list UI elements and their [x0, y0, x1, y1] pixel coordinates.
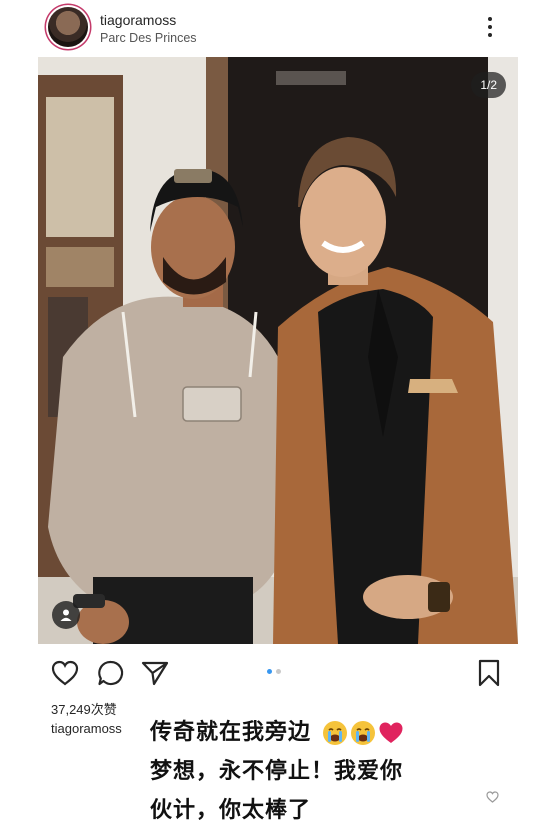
bookmark-icon[interactable]	[474, 658, 504, 688]
red-heart-emoji-icon	[379, 722, 403, 743]
paper-plane-icon[interactable]	[140, 658, 170, 688]
carousel-dot	[276, 669, 281, 674]
media-counter: 1/2	[471, 72, 506, 98]
crying-emoji-icon	[350, 721, 375, 745]
caption-line-1-text: 传奇就在我旁边	[150, 720, 312, 745]
avatar[interactable]	[48, 7, 88, 47]
post-image[interactable]: 1/2	[38, 57, 518, 644]
carousel-dot-active	[267, 669, 272, 674]
caption-line-1: 传奇就在我旁边	[150, 714, 404, 746]
carousel-indicator	[267, 669, 281, 674]
post-username[interactable]: tiagoramoss	[100, 12, 176, 28]
likes-count[interactable]: 37,249次赞	[51, 699, 117, 718]
crying-emoji-icon	[322, 721, 347, 745]
caption-line-2: 梦想，永不停止！我爱你	[150, 759, 404, 784]
heart-icon[interactable]	[50, 658, 80, 688]
small-heart-icon[interactable]	[485, 790, 499, 804]
instagram-post: tiagoramoss Parc Des Princes 1/2 37,249次…	[0, 0, 538, 832]
caption-username[interactable]: tiagoramoss	[51, 721, 122, 736]
photo-illustration	[38, 57, 518, 644]
post-header: tiagoramoss Parc Des Princes	[0, 0, 538, 56]
caption-line-3: 伙计，你太棒了	[150, 798, 312, 823]
post-location[interactable]: Parc Des Princes	[100, 31, 197, 45]
more-options-icon[interactable]	[480, 14, 500, 40]
comment-icon[interactable]	[96, 658, 126, 688]
person-tag-icon[interactable]	[52, 601, 80, 629]
